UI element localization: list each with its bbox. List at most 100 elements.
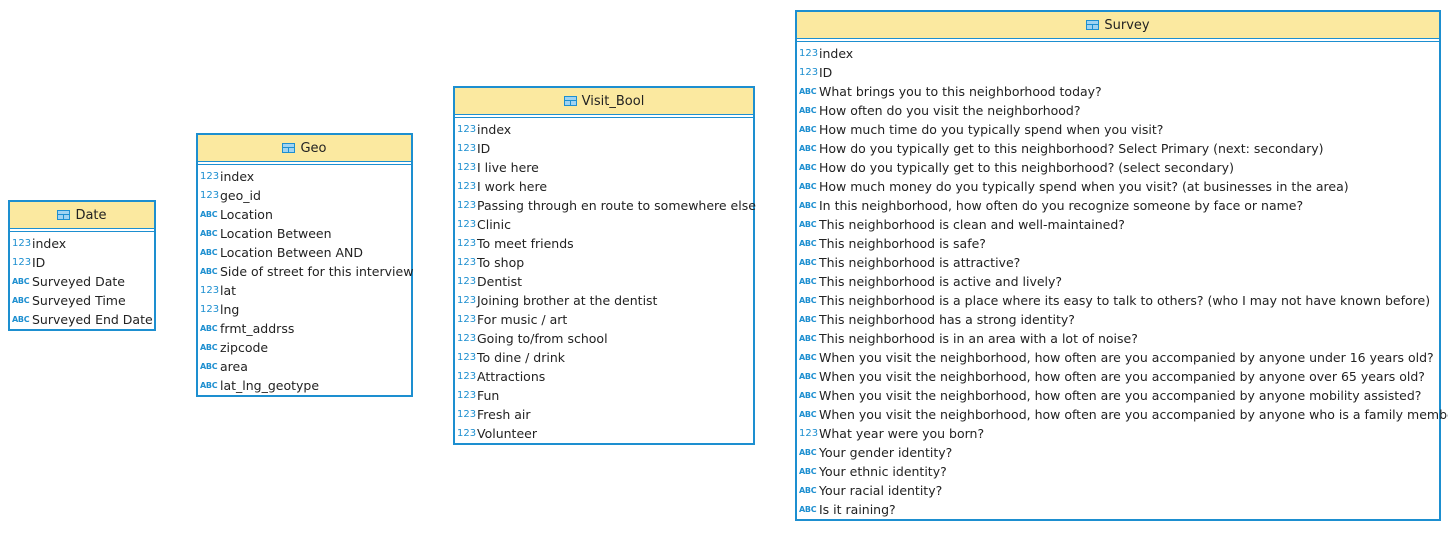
column-row[interactable]: 123 lng — [198, 300, 411, 319]
column-row[interactable]: ABC Surveyed End Date — [10, 310, 154, 329]
text-type-icon: ABC — [200, 362, 218, 371]
entity-header[interactable]: Date — [10, 202, 154, 229]
column-row[interactable]: 123 To shop — [455, 253, 753, 272]
column-row[interactable]: 123 I work here — [455, 177, 753, 196]
column-name: Attractions — [477, 369, 546, 384]
column-row[interactable]: ABC This neighborhood is active and livel… — [797, 272, 1439, 291]
column-row[interactable]: 123 Passing through en route to somewhere… — [455, 196, 756, 215]
column-row[interactable]: 123 Going to/from school — [455, 329, 753, 348]
entity-geo[interactable]: Geo 123 index 123 geo_id ABC Location ABC Locati… — [196, 133, 413, 397]
text-type-icon: ABC — [799, 182, 817, 191]
entity-title: Visit_Bool — [581, 93, 645, 109]
column-row[interactable]: 123 Clinic — [455, 215, 753, 234]
column-row[interactable]: 123 Dentist — [455, 272, 753, 291]
column-row[interactable]: ABC When you visit the neighborhood, how … — [797, 348, 1439, 367]
column-row[interactable]: ABC When you visit the neighborhood, how … — [797, 367, 1439, 386]
column-row[interactable]: ABC This neighborhood is a place where it… — [797, 291, 1439, 310]
column-row[interactable]: ABC How do you typically get to this neig… — [797, 139, 1439, 158]
text-type-icon: ABC — [799, 486, 817, 495]
text-type-icon: ABC — [799, 296, 817, 305]
entity-date[interactable]: Date 123 index 123 ID ABC Surveyed Date ABC Surv… — [8, 200, 156, 331]
text-type-icon: ABC — [200, 324, 218, 333]
column-row[interactable]: ABC lat_lng_geotype — [198, 376, 411, 395]
column-row[interactable]: 123 Fun — [455, 386, 753, 405]
column-row[interactable]: ABC When you visit the neighborhood, how … — [797, 405, 1448, 424]
numeric-type-icon: 123 — [12, 238, 32, 249]
column-row[interactable]: ABC This neighborhood is clean and well-m… — [797, 215, 1439, 234]
column-row[interactable]: ABC zipcode — [198, 338, 411, 357]
column-name: ID — [32, 255, 46, 270]
column-row[interactable]: ABC What brings you to this neighborhood … — [797, 82, 1439, 101]
column-row[interactable]: 123 To dine / drink — [455, 348, 753, 367]
text-type-icon: ABC — [799, 334, 817, 343]
column-row[interactable]: ABC Side of street for this interview — [198, 262, 413, 281]
column-row[interactable]: 123 ID — [10, 253, 154, 272]
numeric-type-icon: 123 — [799, 48, 819, 59]
column-name: Is it raining? — [819, 502, 896, 517]
column-row[interactable]: ABC This neighborhood is in an area with … — [797, 329, 1439, 348]
numeric-type-icon: 123 — [457, 314, 477, 325]
column-row[interactable]: 123 index — [797, 44, 1439, 63]
column-name: When you visit the neighborhood, how oft… — [819, 407, 1448, 422]
text-type-icon: ABC — [799, 391, 817, 400]
entity-visit-bool[interactable]: Visit_Bool 123 index 123 ID 123 I live here 123… — [453, 86, 756, 445]
column-name: This neighborhood is safe? — [819, 236, 986, 251]
column-row[interactable]: 123 Attractions — [455, 367, 753, 386]
column-row[interactable]: ABC Your gender identity? — [797, 443, 1439, 462]
column-row[interactable]: 123 To meet friends — [455, 234, 753, 253]
column-row[interactable]: 123 ID — [455, 139, 753, 158]
column-row[interactable]: 123 geo_id — [198, 186, 411, 205]
column-row[interactable]: ABC How often do you visit the neighborho… — [797, 101, 1439, 120]
column-row[interactable]: 123 I live here — [455, 158, 753, 177]
numeric-type-icon: 123 — [457, 276, 477, 287]
column-name: How often do you visit the neighborhood? — [819, 103, 1081, 118]
column-row[interactable]: ABC frmt_addrss — [198, 319, 411, 338]
numeric-type-icon: 123 — [200, 304, 220, 315]
entity-title: Date — [75, 207, 107, 223]
text-type-icon: ABC — [799, 467, 817, 476]
column-row[interactable]: ABC Is it raining? — [797, 500, 1439, 519]
column-row[interactable]: ABC How much money do you typically spend… — [797, 177, 1439, 196]
entity-header[interactable]: Survey — [797, 12, 1439, 39]
numeric-type-icon: 123 — [200, 190, 220, 201]
column-row[interactable]: ABC Location Between — [198, 224, 411, 243]
column-row[interactable]: ABC This neighborhood is safe? — [797, 234, 1439, 253]
column-row[interactable]: ABC area — [198, 357, 411, 376]
column-name: Location Between AND — [220, 245, 364, 260]
text-type-icon: ABC — [200, 343, 218, 352]
column-row[interactable]: 123 Volunteer — [455, 424, 753, 443]
column-row[interactable]: ABC Location Between AND — [198, 243, 411, 262]
numeric-type-icon: 123 — [457, 257, 477, 268]
entity-header[interactable]: Geo — [198, 135, 411, 162]
entity-header[interactable]: Visit_Bool — [455, 88, 753, 115]
column-row[interactable]: ABC Location — [198, 205, 411, 224]
text-type-icon: ABC — [799, 505, 817, 514]
column-row[interactable]: ABC Your racial identity? — [797, 481, 1439, 500]
column-row[interactable]: 123 index — [10, 234, 154, 253]
entity-title: Survey — [1104, 17, 1150, 33]
numeric-type-icon: 123 — [799, 428, 819, 439]
text-type-icon: ABC — [799, 315, 817, 324]
text-type-icon: ABC — [799, 448, 817, 457]
column-row[interactable]: ABC Your ethnic identity? — [797, 462, 1439, 481]
column-row[interactable]: ABC This neighborhood is attractive? — [797, 253, 1439, 272]
column-row[interactable]: 123 index — [198, 167, 411, 186]
column-row[interactable]: ABC How much time do you typically spend … — [797, 120, 1439, 139]
column-row[interactable]: ABC When you visit the neighborhood, how … — [797, 386, 1439, 405]
column-row[interactable]: ABC Surveyed Date — [10, 272, 154, 291]
entity-survey[interactable]: Survey 123 index 123 ID ABC What brings you to… — [795, 10, 1448, 521]
column-row[interactable]: 123 ID — [797, 63, 1439, 82]
column-row[interactable]: 123 Joining brother at the dentist — [455, 291, 753, 310]
column-row[interactable]: ABC In this neighborhood, how often do yo… — [797, 196, 1439, 215]
column-name: Surveyed End Date — [32, 312, 153, 327]
column-row[interactable]: 123 What year were you born? — [797, 424, 1439, 443]
column-row[interactable]: 123 index — [455, 120, 753, 139]
column-row[interactable]: ABC This neighborhood has a strong identi… — [797, 310, 1439, 329]
column-row[interactable]: 123 For music / art — [455, 310, 753, 329]
column-name: index — [220, 169, 255, 184]
column-name: Surveyed Time — [32, 293, 126, 308]
column-row[interactable]: 123 Fresh air — [455, 405, 753, 424]
column-row[interactable]: ABC Surveyed Time — [10, 291, 154, 310]
column-row[interactable]: ABC How do you typically get to this neig… — [797, 158, 1439, 177]
column-row[interactable]: 123 lat — [198, 281, 411, 300]
